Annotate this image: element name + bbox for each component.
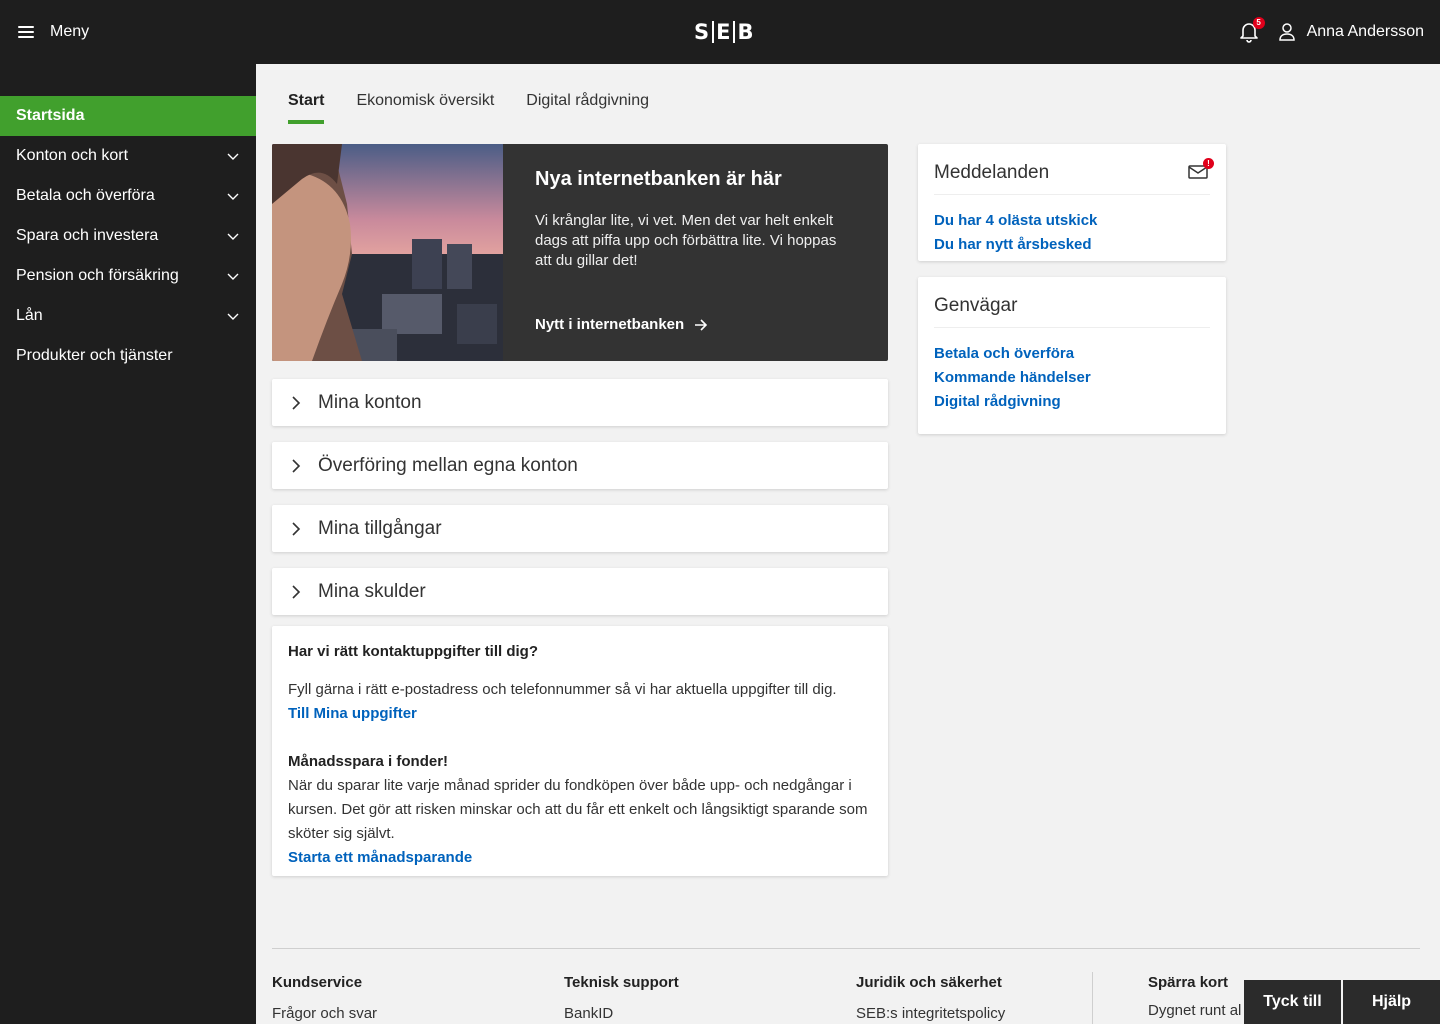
footer-heading: Kundservice xyxy=(272,974,363,991)
tab-start[interactable]: Start xyxy=(288,92,325,124)
sidebar-item-pension-och-forsakring[interactable]: Pension och försäkring xyxy=(0,256,256,296)
accordion-overforing[interactable]: Överföring mellan egna konton xyxy=(272,442,888,489)
hero-link[interactable]: Nytt i internetbanken xyxy=(535,316,708,333)
sidebar-item-label: Produkter och tjänster xyxy=(16,347,173,364)
logo-letter-s: S xyxy=(694,20,711,44)
sidebar-item-startsida[interactable]: Startsida xyxy=(0,96,256,136)
feedback-button[interactable]: Tyck till xyxy=(1244,980,1341,1024)
footer-divider xyxy=(272,948,1420,949)
footer-col-teknisk-support: Teknisk support BankID xyxy=(564,974,679,1022)
sidebar-item-spara-och-investera[interactable]: Spara och investera xyxy=(0,216,256,256)
user-menu[interactable]: Anna Andersson xyxy=(1278,23,1424,41)
footer-heading: Spärra kort xyxy=(1148,974,1229,991)
sidebar-item-label: Lån xyxy=(16,307,43,324)
sidebar-item-label: Spara och investera xyxy=(16,227,159,244)
seb-logo[interactable]: S E B xyxy=(694,20,755,44)
tab-bar: Start Ekonomisk översikt Digital rådgivn… xyxy=(288,92,649,124)
footer-link[interactable]: BankID xyxy=(564,1005,679,1022)
info-card: Har vi rätt kontaktuppgifter till dig? F… xyxy=(272,626,888,876)
hero-link-label: Nytt i internetbanken xyxy=(535,316,685,333)
header-actions: 5 Anna Andersson xyxy=(1239,17,1424,46)
messages-title: Meddelanden xyxy=(934,162,1050,183)
hero-text: Vi krånglar lite, vi vet. Men det var he… xyxy=(535,212,837,269)
messages-card: Meddelanden ! Du har 4 olästa utskick Du… xyxy=(918,144,1226,261)
chevron-right-icon xyxy=(292,395,301,410)
tab-digital-radgivning[interactable]: Digital rådgivning xyxy=(526,92,649,124)
shortcut-kommande[interactable]: Kommande händelser xyxy=(934,366,1210,390)
footer-heading: Juridik och säkerhet xyxy=(856,974,1002,991)
chevron-right-icon xyxy=(292,521,301,536)
accordion-mina-konton[interactable]: Mina konton xyxy=(272,379,888,426)
accordion-mina-tillgangar[interactable]: Mina tillgångar xyxy=(272,505,888,552)
messages-button[interactable]: ! xyxy=(1188,158,1214,182)
sidebar-item-label: Startsida xyxy=(16,107,85,124)
link-olasta-utskick[interactable]: Du har 4 olästa utskick xyxy=(934,209,1210,233)
sidebar-item-label: Konton och kort xyxy=(16,147,129,164)
shortcuts-title: Genvägar xyxy=(934,295,1018,316)
sidebar-item-konton-och-kort[interactable]: Konton och kort xyxy=(0,136,256,176)
logo-separator xyxy=(733,21,736,43)
sidebar-item-produkter-och-tjanster[interactable]: Produkter och tjänster xyxy=(0,336,256,376)
help-button[interactable]: Hjälp xyxy=(1343,980,1440,1024)
messages-header: Meddelanden ! xyxy=(934,158,1214,195)
menu-label: Meny xyxy=(50,23,90,40)
link-mina-uppgifter[interactable]: Till Mina uppgifter xyxy=(288,702,872,726)
accordion-title: Mina skulder xyxy=(318,580,426,602)
link-arsbesked[interactable]: Du har nytt årsbesked xyxy=(934,233,1210,257)
shortcut-betala[interactable]: Betala och överföra xyxy=(934,342,1210,366)
chevron-down-icon xyxy=(227,313,239,320)
footer-link[interactable]: Frågor och svar xyxy=(272,1005,377,1022)
menu-button[interactable]: Meny xyxy=(18,18,89,46)
sidebar-item-label: Pension och försäkring xyxy=(16,267,179,284)
footer-link[interactable]: Dygnet runt al xyxy=(1148,1002,1244,1019)
notification-badge: 5 xyxy=(1252,17,1265,29)
footer-col-juridik: Juridik och säkerhet SEB:s integritetspo… xyxy=(856,974,1005,1022)
shortcuts-card: Genvägar Betala och överföra Kommande hä… xyxy=(918,277,1226,434)
top-bar: Meny S E B 5 Anna Andersson xyxy=(0,0,1440,64)
info-text-fonder: När du sparar lite varje månad sprider d… xyxy=(288,777,868,842)
footer-vertical-divider xyxy=(1092,972,1093,1024)
footer-link[interactable]: SEB:s integritetspolicy xyxy=(856,1005,1005,1022)
hero-body: Nya internetbanken är här Vi krånglar li… xyxy=(535,168,855,271)
messages-alert-badge: ! xyxy=(1203,158,1214,169)
user-name: Anna Andersson xyxy=(1306,23,1424,40)
arrow-right-icon xyxy=(695,318,708,331)
logo-letter-b: B xyxy=(737,20,755,44)
link-manadsspara[interactable]: Starta ett månadsparande xyxy=(288,846,872,870)
user-icon xyxy=(1278,23,1295,41)
chevron-right-icon xyxy=(292,458,301,473)
chevron-down-icon xyxy=(227,273,239,280)
sidebar: Startsida Konton och kort Betala och öve… xyxy=(0,64,256,1024)
info-heading-fonder: Månadsspara i fonder! xyxy=(288,753,449,770)
chevron-down-icon xyxy=(227,153,239,160)
info-heading-contact: Har vi rätt kontaktuppgifter till dig? xyxy=(288,643,539,660)
chevron-right-icon xyxy=(292,584,301,599)
accordion-mina-skulder[interactable]: Mina skulder xyxy=(272,568,888,615)
sidebar-nav: Startsida Konton och kort Betala och öve… xyxy=(0,96,256,376)
sidebar-item-lan[interactable]: Lån xyxy=(0,296,256,336)
tab-ekonomisk-oversikt[interactable]: Ekonomisk översikt xyxy=(356,92,494,124)
chevron-down-icon xyxy=(227,193,239,200)
footer-heading: Teknisk support xyxy=(564,974,679,991)
footer-col-kundservice: Kundservice Frågor och svar xyxy=(272,974,377,1022)
accordion-title: Mina tillgångar xyxy=(318,517,442,539)
shortcut-radgivning[interactable]: Digital rådgivning xyxy=(934,390,1210,414)
info-text-contact: Fyll gärna i rätt e-postadress och telef… xyxy=(288,681,837,698)
logo-letter-e: E xyxy=(716,20,732,44)
hero-title: Nya internetbanken är här xyxy=(535,168,782,190)
notifications-button[interactable]: 5 xyxy=(1239,17,1265,43)
accordion-title: Överföring mellan egna konton xyxy=(318,454,578,476)
logo-separator xyxy=(712,21,715,43)
hero-card: Nya internetbanken är här Vi krånglar li… xyxy=(272,144,888,361)
hero-image xyxy=(272,144,503,361)
hamburger-icon xyxy=(18,26,34,38)
main-content: Start Ekonomisk översikt Digital rådgivn… xyxy=(256,64,1440,1024)
chevron-down-icon xyxy=(227,233,239,240)
footer-col-sparra-kort: Spärra kort Dygnet runt al xyxy=(1148,974,1244,1019)
shortcuts-header: Genvägar xyxy=(934,295,1210,328)
sidebar-item-betala-och-overfora[interactable]: Betala och överföra xyxy=(0,176,256,216)
sidebar-item-label: Betala och överföra xyxy=(16,187,155,204)
accordion-title: Mina konton xyxy=(318,391,422,413)
